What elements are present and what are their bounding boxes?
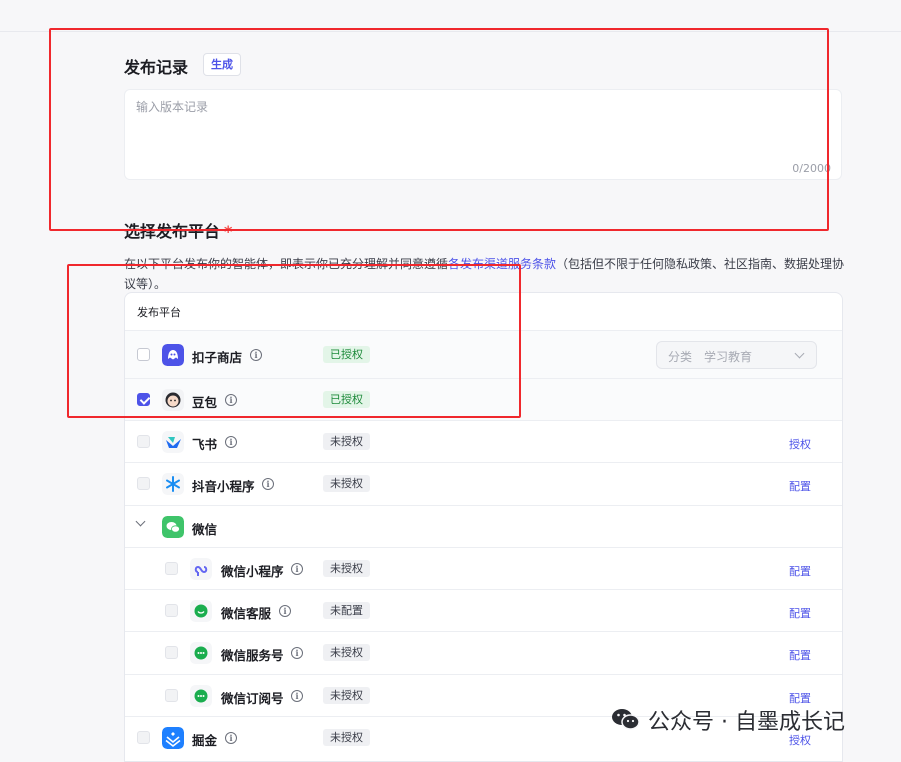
douyin-miniapp-checkbox[interactable] — [137, 477, 150, 490]
douyin-miniapp-config-link[interactable]: 配置 — [789, 478, 811, 494]
wechat-subscription-checkbox[interactable] — [165, 689, 178, 702]
chevron-down-icon — [794, 348, 805, 359]
wechat-service-name: 微信客服 — [221, 606, 272, 621]
wechat-watermark-icon — [612, 709, 640, 730]
wechat-service-checkbox[interactable] — [165, 604, 178, 617]
douyin-miniapp-status: 未授权 — [323, 475, 370, 492]
platforms-description: 在以下平台发布你的智能体，即表示你已充分理解并同意遵循各发布渠道服务条款（包括但… — [124, 254, 849, 294]
feishu-name: 飞书 — [192, 437, 218, 452]
table-header: 发布平台 — [125, 293, 842, 331]
juejin-checkbox[interactable] — [137, 731, 150, 744]
terms-link[interactable]: 各发布渠道服务条款 — [448, 257, 556, 271]
juejin-status: 未授权 — [323, 729, 370, 746]
info-icon[interactable]: i — [291, 647, 303, 659]
info-icon[interactable]: i — [291, 690, 303, 702]
info-icon[interactable]: i — [250, 349, 262, 361]
info-icon[interactable]: i — [262, 478, 274, 490]
info-icon[interactable]: i — [279, 605, 291, 617]
release-notes-placeholder: 输入版本记录 — [136, 100, 209, 114]
wechat-miniapp-status: 未授权 — [323, 560, 370, 577]
platform-row-coze-store: 扣子商店 i 已授权 分类 学习教育 — [125, 331, 842, 379]
wechat-miniapp-checkbox[interactable] — [165, 562, 178, 575]
required-mark: * — [224, 222, 233, 241]
wechat-miniapp-config-link[interactable]: 配置 — [789, 563, 811, 579]
juejin-name: 掘金 — [192, 733, 218, 748]
platform-row-wechat-service: 微信客服 i 未配置 配置 — [125, 590, 842, 632]
douyin-miniapp-name: 抖音小程序 — [192, 479, 255, 494]
feishu-status: 未授权 — [323, 433, 370, 450]
coze-store-icon — [162, 344, 184, 366]
feishu-authorize-link[interactable]: 授权 — [789, 436, 811, 452]
juejin-icon — [162, 727, 184, 749]
wechat-miniapp-icon — [190, 558, 212, 580]
coze-store-checkbox[interactable] — [137, 348, 150, 361]
info-icon[interactable]: i — [291, 563, 303, 575]
chevron-down-icon[interactable] — [135, 516, 146, 527]
douyin-miniapp-icon — [162, 473, 184, 495]
platform-group-wechat[interactable]: 微信 — [125, 506, 842, 548]
platform-row-feishu: 飞书 i 未授权 授权 — [125, 421, 842, 463]
coze-store-name: 扣子商店 — [192, 350, 243, 365]
wechat-service-status: 未配置 — [323, 602, 370, 619]
wechat-service-icon — [190, 600, 212, 622]
wechat-service-account-name: 微信服务号 — [221, 648, 284, 663]
top-divider — [0, 31, 901, 32]
char-counter: 0/2000 — [792, 162, 831, 175]
wechat-service-account-config-link[interactable]: 配置 — [789, 647, 811, 663]
wechat-service-account-status: 未授权 — [323, 644, 370, 661]
category-select-value: 学习教育 — [704, 350, 753, 364]
watermark-text: 公众号 · 自墨成长记 — [648, 710, 845, 735]
platform-table: 发布平台 扣子商店 i 已授权 分类 学习教育 豆包 i 已授权 飞书 i 未授… — [124, 292, 843, 762]
wechat-subscription-status: 未授权 — [323, 687, 370, 704]
platforms-title-text: 选择发布平台 — [124, 222, 221, 241]
wechat-subscription-name: 微信订阅号 — [221, 691, 284, 706]
wechat-subscription-icon — [190, 685, 212, 707]
description-text-before: 在以下平台发布你的智能体，即表示你已充分理解并同意遵循 — [124, 257, 449, 271]
feishu-checkbox[interactable] — [137, 435, 150, 448]
release-notes-title: 发布记录 — [124, 58, 189, 77]
feishu-icon — [162, 431, 184, 453]
doubao-checkbox[interactable] — [137, 393, 150, 406]
category-select[interactable]: 分类 学习教育 — [656, 341, 817, 369]
wechat-service-account-icon — [190, 642, 212, 664]
platform-row-doubao: 豆包 i 已授权 — [125, 379, 842, 421]
category-select-label: 分类 — [668, 350, 693, 364]
platform-row-wechat-miniapp: 微信小程序 i 未授权 配置 — [125, 548, 842, 590]
doubao-name: 豆包 — [192, 395, 218, 410]
info-icon[interactable]: i — [225, 436, 237, 448]
wechat-name: 微信 — [192, 522, 218, 537]
generate-button[interactable]: 生成 — [203, 53, 241, 76]
platform-row-douyin-miniapp: 抖音小程序 i 未授权 配置 — [125, 463, 842, 506]
table-header-label: 发布平台 — [137, 306, 181, 319]
info-icon[interactable]: i — [225, 394, 237, 406]
platform-row-wechat-service-account: 微信服务号 i 未授权 配置 — [125, 632, 842, 675]
wechat-miniapp-name: 微信小程序 — [221, 564, 284, 579]
release-notes-input[interactable]: 输入版本记录 0/2000 — [124, 89, 842, 180]
doubao-status: 已授权 — [323, 391, 370, 408]
wechat-service-account-checkbox[interactable] — [165, 646, 178, 659]
platforms-title: 选择发布平台 * — [124, 218, 232, 242]
doubao-icon — [162, 389, 184, 411]
coze-store-status: 已授权 — [323, 346, 370, 363]
wechat-service-config-link[interactable]: 配置 — [789, 605, 811, 621]
info-icon[interactable]: i — [225, 732, 237, 744]
wechat-icon — [162, 516, 184, 538]
